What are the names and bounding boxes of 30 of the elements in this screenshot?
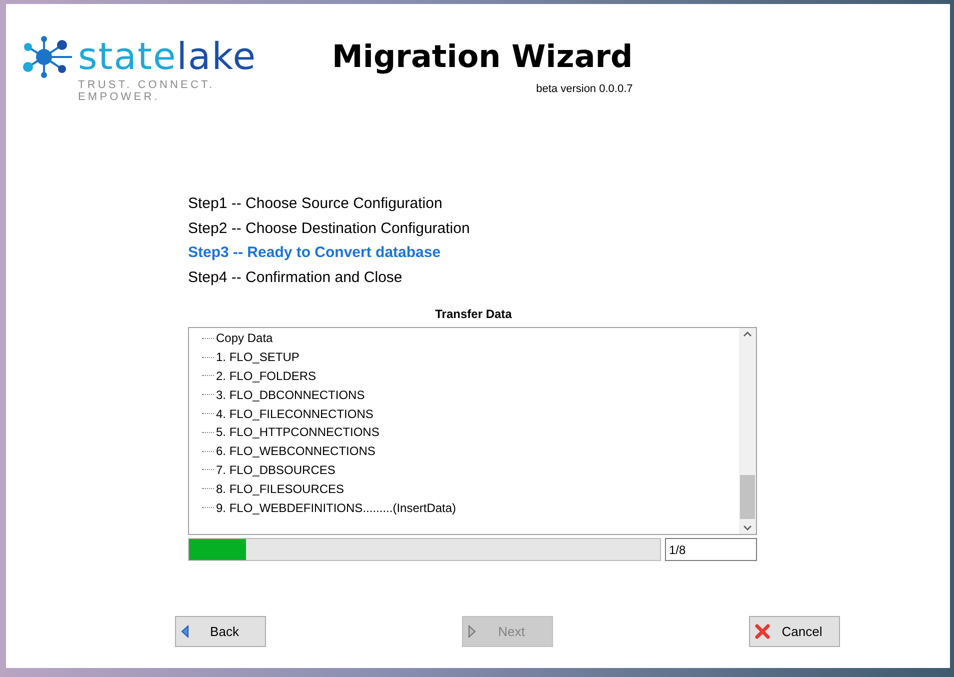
back-button[interactable]: Back xyxy=(175,616,266,647)
step-label: Step3 -- Ready to Convert database xyxy=(188,244,442,262)
tree-item[interactable]: 6. FLO_WEBCONNECTIONS xyxy=(216,444,376,458)
wizard-title: Migration Wizard xyxy=(332,39,633,75)
scrollbar[interactable] xyxy=(739,328,756,534)
tree-item[interactable]: 1. FLO_SETUP xyxy=(216,350,300,364)
cancel-button[interactable]: Cancel xyxy=(749,616,840,647)
tree-item[interactable]: 7. FLO_DBSOURCES xyxy=(216,462,336,477)
scroll-thumb[interactable] xyxy=(740,475,755,519)
tree-item[interactable]: 4. FLO_FILECONNECTIONS xyxy=(216,406,374,421)
version-label: beta version 0.0.0.7 xyxy=(536,83,633,95)
brand-name: statelake xyxy=(78,38,257,76)
tree-item[interactable]: 9. FLO_WEBDEFINITIONS.........(InsertData) xyxy=(216,500,456,515)
up-chevron-icon[interactable] xyxy=(743,331,752,337)
close-icon xyxy=(755,624,770,639)
left-triangle-icon xyxy=(181,625,189,638)
network-logo-icon xyxy=(22,35,72,79)
right-triangle-icon xyxy=(468,625,476,638)
step-label: Step1 -- Choose Source Configuration xyxy=(188,195,444,214)
down-chevron-icon[interactable] xyxy=(743,525,752,531)
section-title: Transfer Data xyxy=(435,307,512,321)
progress-counter: 1/8 xyxy=(665,538,757,561)
tree-item[interactable]: 2. FLO_FOLDERS xyxy=(216,368,316,383)
step-label: Step2 -- Choose Destination Configuration xyxy=(188,220,471,238)
tree-item[interactable]: 8. FLO_FILESOURCES xyxy=(216,482,344,496)
tree-item[interactable]: Copy Data xyxy=(216,331,273,346)
step-label: Step4 -- Confirmation and Close xyxy=(188,268,404,287)
tree-item[interactable]: 3. FLO_DBCONNECTIONS xyxy=(216,388,365,402)
tree-item[interactable]: 5. FLO_HTTPCONNECTIONS xyxy=(216,425,380,440)
tagline: TRUST. CONNECT. EMPOWER. xyxy=(78,79,216,103)
